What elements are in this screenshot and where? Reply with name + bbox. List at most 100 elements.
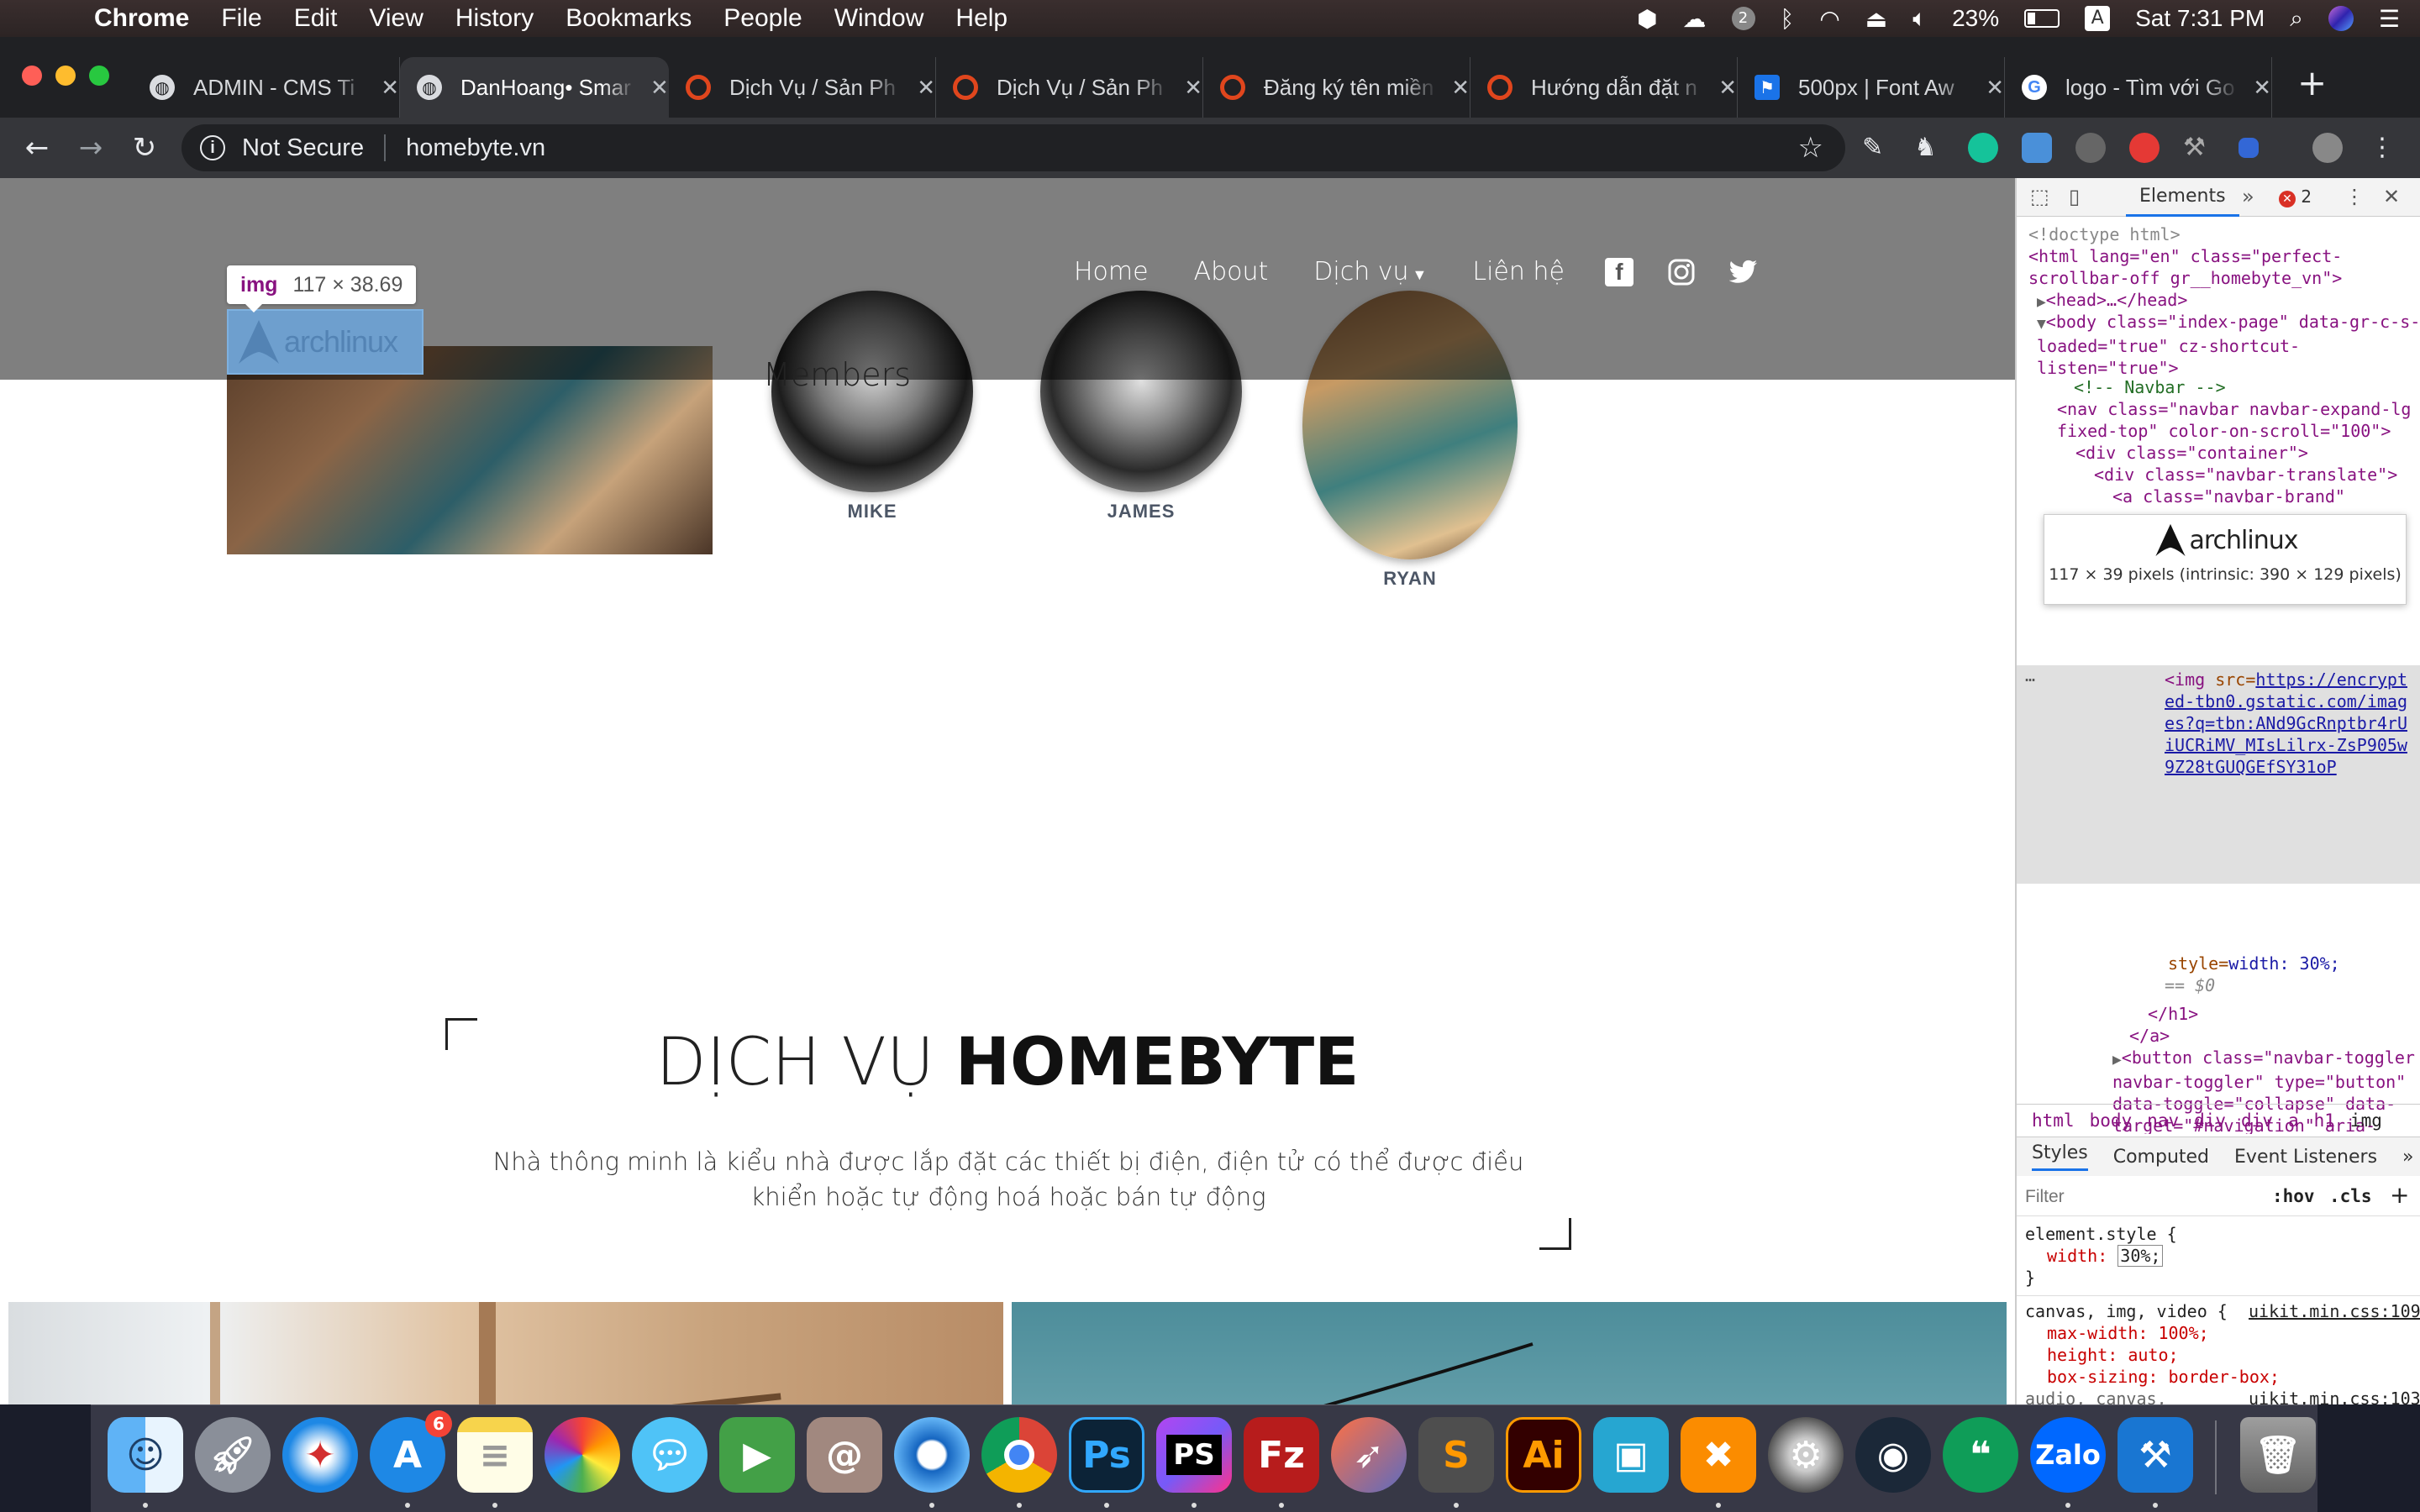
- minimize-window-button[interactable]: [55, 66, 76, 86]
- system-preferences-icon[interactable]: ⚙: [1768, 1417, 1844, 1493]
- nav-home[interactable]: Home: [1074, 257, 1149, 286]
- notes-icon[interactable]: ≡: [457, 1417, 533, 1493]
- nav-services[interactable]: Dịch vụ ▼: [1313, 257, 1427, 286]
- crumb-nav[interactable]: nav: [2147, 1110, 2179, 1131]
- phpstorm-icon[interactable]: PS: [1156, 1417, 1232, 1493]
- close-tab-icon[interactable]: ✕: [917, 75, 935, 101]
- nav-contact[interactable]: Liên hệ: [1472, 257, 1565, 286]
- hangouts-icon[interactable]: ❝: [1943, 1417, 2018, 1493]
- url-text[interactable]: homebyte.vn: [406, 134, 545, 162]
- error-counter[interactable]: ✕ 2: [2279, 186, 2312, 207]
- service-image-interior[interactable]: [8, 1302, 1003, 1404]
- rule-source-link[interactable]: uikit.min.css:103: [2249, 1388, 2420, 1404]
- photos-icon[interactable]: [544, 1417, 620, 1493]
- close-tab-icon[interactable]: ✕: [1718, 75, 1737, 101]
- css-decl[interactable]: max-width: 100%;: [2047, 1322, 2209, 1344]
- dom-doctype[interactable]: <!doctype html>: [2028, 223, 2181, 245]
- tab-event-listeners[interactable]: Event Listeners: [2234, 1147, 2377, 1168]
- sublime-icon[interactable]: S: [1418, 1417, 1494, 1493]
- crumb-div[interactable]: div: [2194, 1110, 2226, 1131]
- browser-tab[interactable]: ◍ ADMIN - CMS Ti ✕: [133, 57, 400, 118]
- close-tab-icon[interactable]: ✕: [1184, 75, 1202, 101]
- clock[interactable]: Sat 7:31 PM: [2135, 5, 2265, 32]
- info-icon[interactable]: i: [200, 135, 225, 160]
- security-label[interactable]: Not Secure: [242, 134, 364, 162]
- chrome-menu-icon[interactable]: ⋮: [2370, 133, 2400, 163]
- close-tab-icon[interactable]: ✕: [1986, 75, 2004, 101]
- dom-comment-navbar[interactable]: <!-- Navbar -->: [2074, 376, 2226, 398]
- crumb-body[interactable]: body: [2090, 1110, 2133, 1131]
- menu-help[interactable]: Help: [955, 4, 1007, 33]
- paint-roller-extension-icon[interactable]: ⚒: [2183, 133, 2213, 163]
- notification-center-icon[interactable]: ☰: [2379, 5, 2400, 33]
- creative-cloud-icon[interactable]: ☁: [1683, 5, 1707, 33]
- dom-container-div[interactable]: <div class="container">: [2075, 442, 2308, 464]
- app-menu-chrome[interactable]: Chrome: [94, 4, 189, 33]
- status-app-icon[interactable]: ⬢: [1637, 5, 1657, 33]
- volume-icon[interactable]: 🔈︎: [1912, 4, 1927, 33]
- nav-about[interactable]: About: [1194, 257, 1269, 286]
- css-decl[interactable]: height: auto;: [2047, 1344, 2179, 1366]
- browser-tab[interactable]: Dịch Vụ / Sản Ph ✕: [936, 57, 1203, 118]
- bluetooth-icon[interactable]: ᛒ: [1781, 5, 1795, 33]
- launchpad-icon[interactable]: 🚀︎: [195, 1417, 271, 1493]
- css-val[interactable]: 30%;: [2118, 1245, 2164, 1267]
- wifi-icon[interactable]: ◠: [1819, 5, 1839, 33]
- rocket-icon[interactable]: ➶: [1331, 1417, 1407, 1493]
- instagram-icon[interactable]: [1667, 258, 1696, 286]
- browser-tab[interactable]: G logo - Tìm với Go ✕: [2005, 57, 2272, 118]
- css-decl[interactable]: box-sizing: border-box;: [2047, 1366, 2280, 1388]
- siri-icon[interactable]: [2328, 6, 2354, 31]
- airplay-icon[interactable]: ⏏: [1865, 5, 1887, 33]
- close-tab-icon[interactable]: ✕: [650, 75, 669, 101]
- more-tabs-icon[interactable]: »: [2402, 1147, 2413, 1168]
- back-button[interactable]: ←: [17, 128, 57, 168]
- chromium-icon[interactable]: [894, 1417, 970, 1493]
- browser-tab[interactable]: ⚑ 500px | Font Aw ✕: [1738, 57, 2005, 118]
- contacts-icon[interactable]: @: [807, 1417, 882, 1493]
- steam-icon[interactable]: ◉: [1855, 1417, 1931, 1493]
- dom-h1-close[interactable]: </h1>: [2148, 1003, 2198, 1025]
- browser-tab[interactable]: Dịch Vụ / Sản Ph ✕: [669, 57, 936, 118]
- add-style-rule-icon[interactable]: +: [2390, 1181, 2409, 1209]
- tab-styles[interactable]: Styles: [2032, 1142, 2088, 1171]
- close-devtools-icon[interactable]: ✕: [2383, 185, 2400, 208]
- rule-element-style-decl[interactable]: width: 30%;: [2047, 1245, 2164, 1267]
- address-bar[interactable]: i Not Secure homebyte.vn ☆: [182, 124, 1845, 171]
- menu-bookmarks[interactable]: Bookmarks: [566, 4, 692, 33]
- trash-icon[interactable]: 🗑︎: [2240, 1417, 2316, 1493]
- blue-extension-icon[interactable]: [2238, 138, 2259, 158]
- forward-button[interactable]: →: [71, 128, 111, 168]
- filezilla-icon[interactable]: Fz: [1244, 1417, 1319, 1493]
- inspect-element-icon[interactable]: ⬚: [2030, 185, 2049, 208]
- hov-toggle[interactable]: :hov: [2272, 1186, 2315, 1206]
- camera-extension-icon[interactable]: [2075, 133, 2106, 163]
- dom-html-open[interactable]: <html lang="en" class="perfect-scrollbar…: [2028, 245, 2420, 289]
- rule-audio-selector[interactable]: audio, canvas,: [2025, 1388, 2167, 1404]
- app-store-icon[interactable]: A6: [370, 1410, 452, 1493]
- menu-edit[interactable]: Edit: [294, 4, 338, 33]
- chrome-icon[interactable]: [981, 1417, 1057, 1493]
- crumb-div[interactable]: div: [2241, 1110, 2273, 1131]
- menu-people[interactable]: People: [723, 4, 802, 33]
- twitter-icon[interactable]: [1728, 258, 1758, 286]
- menu-view[interactable]: View: [369, 4, 423, 33]
- devtools-menu-icon[interactable]: ⋮: [2344, 185, 2365, 208]
- crumb-html[interactable]: html: [2032, 1110, 2075, 1131]
- hand-extension-icon[interactable]: [2129, 133, 2160, 163]
- new-tab-button[interactable]: +: [2297, 62, 2327, 103]
- rule-source-link[interactable]: uikit.min.css:109: [2249, 1300, 2420, 1322]
- xampp-icon[interactable]: ✖: [1681, 1417, 1756, 1493]
- browser-tab[interactable]: Hướng dẫn đặt n ✕: [1470, 57, 1738, 118]
- selected-dom-node[interactable]: … <img src=https://encrypted-tbn0.gstati…: [2017, 665, 2420, 884]
- crumb-a[interactable]: a: [2288, 1110, 2299, 1131]
- tab-elements[interactable]: Elements: [2126, 178, 2239, 217]
- dom-a-close[interactable]: </a>: [2129, 1025, 2170, 1047]
- close-tab-icon[interactable]: ✕: [381, 75, 399, 101]
- photoshop-icon[interactable]: Ps: [1069, 1417, 1144, 1493]
- profile-avatar[interactable]: [2312, 133, 2343, 163]
- dashboard-icon[interactable]: ▣: [1593, 1417, 1669, 1493]
- menu-file[interactable]: File: [221, 4, 261, 33]
- close-tab-icon[interactable]: ✕: [1451, 75, 1470, 101]
- zoom-window-button[interactable]: [89, 66, 109, 86]
